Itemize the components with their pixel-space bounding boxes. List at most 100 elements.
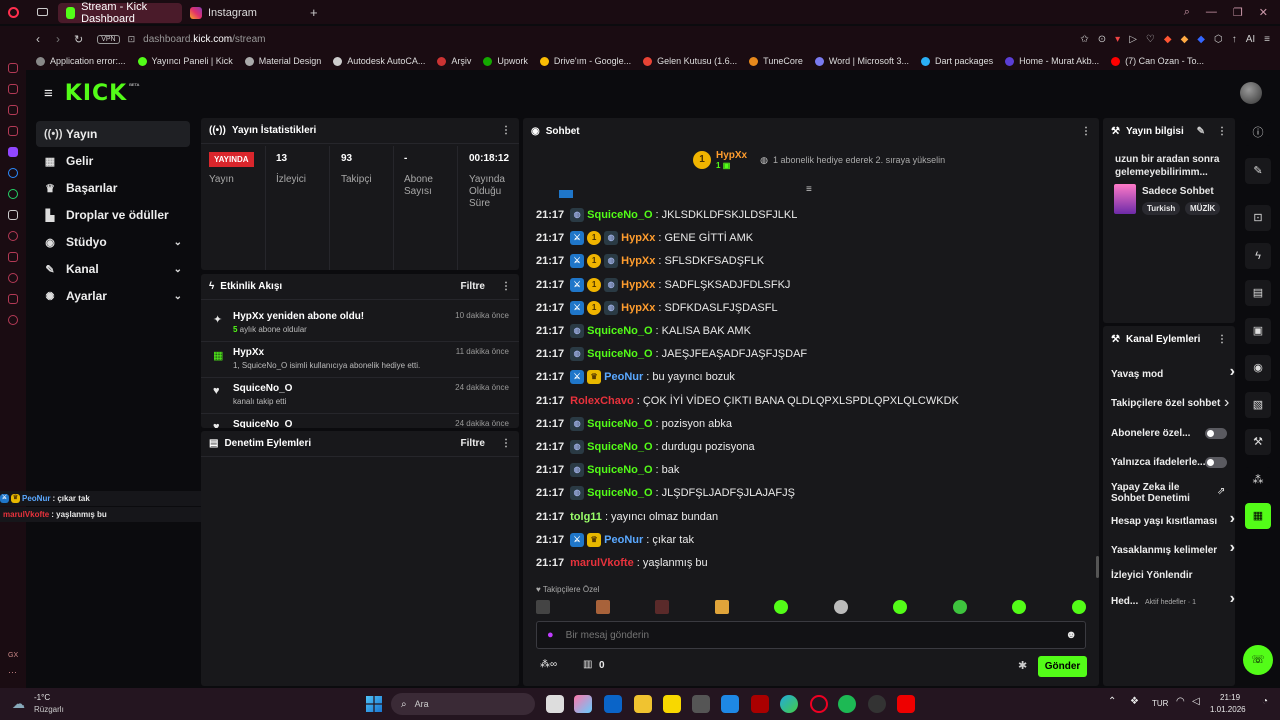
message-username[interactable]: HypXx [621,232,655,244]
channel-action-goals[interactable]: Hed... Aktif hedefler · 1 [1111,593,1235,608]
message-username[interactable]: tolg11 [570,511,602,523]
taskbar-search[interactable]: ⌕ Ara [391,693,535,715]
avatar[interactable] [1240,82,1262,104]
back-icon[interactable]: ‹ [36,32,40,46]
more-options-icon[interactable]: ⋮ [501,438,511,449]
chat-message[interactable]: 21:17 ⚔ 1 ◍ HypXx: GENE GİTTİ AMK [536,229,753,247]
tag-chip[interactable]: MÜZİK [1185,202,1221,215]
chat-message[interactable]: 21:17 ◍ SquiceNo_O: pozisyon abka [536,415,732,433]
message-username[interactable]: SquiceNo_O [587,487,652,499]
message-username[interactable]: SquiceNo_O [587,209,652,221]
chat-icon[interactable]: ▣ [1245,318,1271,344]
activity-item[interactable]: ✦ HypXx yeniden abone oldu! 5 aylık abon… [201,306,519,342]
gifter-badge-icon[interactable]: ◍ [570,416,585,431]
store-icon[interactable]: ▥ [583,659,592,670]
youtube-icon[interactable] [897,695,915,713]
gift-leaderboard[interactable]: 1 HypXx 1 ▣ ◍ 1 abonelik hediye ederek 2… [693,150,945,170]
chat-message[interactable]: 21:17 tolg11: yayıncı olmaz bundan [536,508,718,526]
moderator-badge-icon[interactable]: ⚔ [570,532,585,547]
emote-icon[interactable] [1012,600,1027,614]
nav-item-kanal[interactable]: ✎ Kanal ⌄ [36,256,190,282]
nav-item-droplar[interactable]: ▙ Droplar ve ödüller [36,202,190,228]
share-icon[interactable]: ↑ [1232,34,1237,45]
chat-message[interactable]: 21:17 marulVkofte: yaşlanmış bu [536,554,708,572]
activity-item[interactable]: ♥ SquiceNo_O 24 dakika önce [201,414,519,428]
messenger-icon[interactable] [8,168,18,178]
scrollbar[interactable] [1096,556,1099,578]
new-tab-icon[interactable]: + [310,5,318,20]
emote-icon[interactable] [893,600,908,614]
url-field[interactable]: dashboard.kick.com/stream [143,34,265,45]
gifter-badge-icon[interactable]: ◍ [570,486,585,501]
opera-sidebar-icon[interactable] [8,105,18,115]
heart-icon[interactable]: ♡ [1146,34,1155,45]
clock-date[interactable]: 1.01.2026 [1210,705,1246,714]
opera-sidebar-icon[interactable] [8,126,18,136]
crown-badge-icon[interactable]: ♛ [587,532,602,547]
vpn-badge[interactable]: VPN [97,34,120,44]
twitch-icon[interactable] [8,147,18,157]
settings-icon[interactable] [8,315,18,325]
points-icon[interactable]: ⁂ [1245,467,1271,493]
subscriber-badge-icon[interactable]: 1 [587,277,602,292]
copilot-icon[interactable] [574,695,592,713]
chat-message[interactable]: 21:17 ◍ SquiceNo_O: KALISA BAK AMK [536,322,751,340]
edit-icon[interactable]: ✎ [1245,158,1271,184]
gifter-badge-icon[interactable]: ◍ [570,463,585,478]
channel-action-banned-words[interactable]: Yasaklanmış kelimeler [1111,542,1235,556]
emotes-only-toggle[interactable] [1205,457,1227,468]
store-icon[interactable] [692,695,710,713]
bolt-icon[interactable]: ϟ [1245,243,1271,269]
outlook-icon[interactable] [604,695,622,713]
more-options-icon[interactable]: ⋮ [501,125,511,136]
emote-panel-icon[interactable]: ▦ [1245,503,1271,529]
message-username[interactable]: PeoNur [604,371,643,383]
edge-icon[interactable] [780,695,798,713]
crown-badge-icon[interactable]: ♛ [587,370,602,385]
chat-message-input[interactable] [565,629,1036,641]
chat-message[interactable]: 21:17 ⚔ 1 ◍ HypXx: SFLSDKFSADŞFLK [536,252,764,270]
nav-item-gelir[interactable]: ▦ Gelir [36,148,190,174]
opera-gx-icon[interactable] [810,695,828,713]
hamburger-menu-icon[interactable]: ≡ [44,85,53,102]
clock-time[interactable]: 21:19 [1220,693,1240,702]
kick-logo[interactable]: KICK [65,81,127,106]
wrench-icon[interactable]: ⚒ [1245,429,1271,455]
gifter-badge-icon[interactable]: ◍ [570,347,585,362]
obs-icon[interactable] [868,695,886,713]
bookmark-item[interactable]: Word | Microsoft 3... [814,56,909,66]
bookmark-item[interactable]: Dart packages [921,56,993,66]
extension-icon[interactable]: ◆ [1181,34,1189,45]
more-options-icon[interactable]: ⋮ [1081,126,1091,137]
player-icon[interactable]: ▷ [1129,34,1137,45]
message-username[interactable]: PeoNur [604,534,643,546]
chat-message[interactable]: 21:17 ◍ SquiceNo_O: durdugu pozisyona [536,438,755,456]
message-username[interactable]: SquiceNo_O [587,348,652,360]
ai-icon[interactable]: AI [1246,34,1255,45]
channel-action-followers-chat[interactable]: Takipçilere özel sohbet [1111,398,1221,409]
minimize-icon[interactable]: — [1206,6,1217,19]
bookmark-item[interactable]: Gelen Kutusu (1.6... [643,56,737,66]
tab-instagram[interactable]: Instagram [182,3,306,23]
opera-sidebar-icon[interactable] [8,294,18,304]
player-icon[interactable] [8,231,18,241]
language-indicator[interactable]: TUR [1152,699,1168,708]
emote-icon[interactable] [655,600,670,614]
activity-item[interactable]: ▦ HypXx 1, SquiceNo_O isimli kullanıcıya… [201,342,519,378]
bookmark-item[interactable]: Drive'ım - Google... [539,56,631,66]
extension-icon[interactable]: ◆ [1164,34,1172,45]
message-username[interactable]: SquiceNo_O [587,418,652,430]
more-options-icon[interactable]: ⋮ [501,281,511,292]
network-icon[interactable]: ◠ [1176,696,1185,707]
menu-icon[interactable]: ≡ [1264,34,1270,45]
more-options-icon[interactable]: ⋮ [1217,126,1227,137]
filter-button[interactable]: Filtre [461,281,485,292]
moderator-badge-icon[interactable]: ⚔ [570,300,585,315]
bookmark-item[interactable]: Material Design [244,56,321,66]
nav-item-studyo[interactable]: ◉ Stüdyo ⌄ [36,229,190,255]
gifter-badge-icon[interactable]: ◍ [604,277,619,292]
forward-icon[interactable]: › [56,32,60,46]
snapshot-icon[interactable]: ⊙ [1098,34,1106,45]
document-icon[interactable]: ▤ [1245,280,1271,306]
tray-chevron-icon[interactable]: ⌃ [1108,696,1116,707]
